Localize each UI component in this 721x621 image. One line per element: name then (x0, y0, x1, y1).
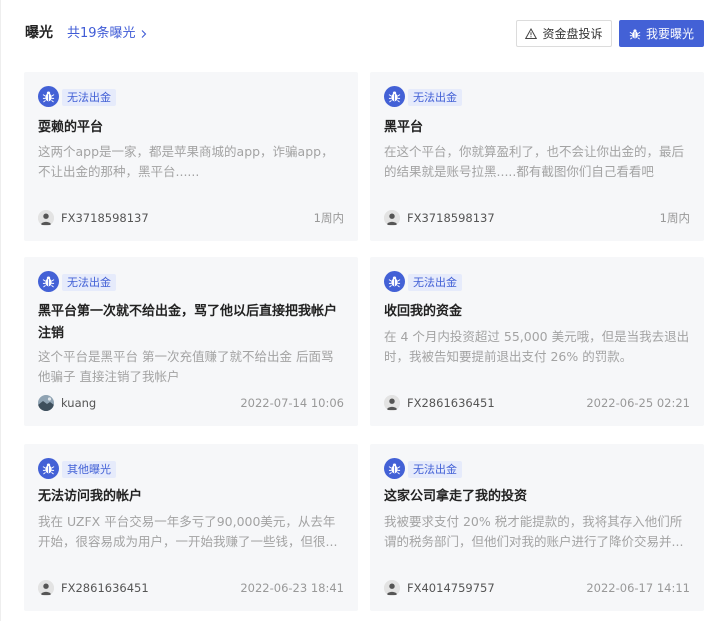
post-time: 1周内 (659, 211, 690, 225)
category-tag: 无法出金 (62, 274, 116, 291)
chevron-right-icon (141, 29, 146, 38)
author-name: FX2861636451 (61, 581, 149, 595)
expose-button[interactable]: 我要曝光 (619, 20, 704, 47)
post-time: 2022-06-25 02:21 (586, 396, 690, 410)
post-time: 2022-06-23 18:41 (240, 581, 344, 595)
default-user-avatar (38, 580, 54, 596)
author-name: FX3718598137 (61, 211, 149, 225)
category-tag: 无法出金 (62, 89, 116, 106)
bug-icon (384, 86, 405, 107)
bug-icon (629, 28, 641, 39)
exposure-card[interactable]: 无法出金 这家公司拿走了我的投资 我被要求支付 20% 税才能提款的，我将其存入… (370, 444, 704, 611)
default-user-avatar (38, 210, 54, 226)
category-tag: 其他曝光 (62, 461, 116, 478)
card-description: 这个平台是黑平台 第一次充值赚了就不给出金 后面骂他骗子 直接注销了我帐户 (38, 349, 334, 384)
bug-icon (38, 458, 59, 479)
page-left-border (0, 0, 1, 621)
category-tag: 无法出金 (408, 274, 462, 291)
exposure-card[interactable]: 无法出金 收回我的资金 在 4 个月内投资超过 55,000 美元哦，但是当我去… (370, 257, 704, 426)
card-title: 无法访问我的帐户 (38, 489, 143, 504)
card-description: 这两个app是一家，都是苹果商城的app，诈骗app，不让出金的那种，黑平台..… (38, 144, 334, 179)
author-name: kuang (61, 396, 97, 410)
card-description: 我在 UZFX 平台交易一年多亏了90,000美元，从去年开始，很容易成为用户，… (38, 514, 338, 549)
post-time: 2022-06-17 14:11 (586, 581, 690, 595)
bug-icon (384, 271, 405, 292)
post-time: 1周内 (313, 211, 344, 225)
exposure-card[interactable]: 其他曝光 无法访问我的帐户 我在 UZFX 平台交易一年多亏了90,000美元，… (24, 444, 358, 611)
default-user-avatar (384, 395, 400, 411)
card-title: 黑平台第一次就不给出金，骂了他以后直接把我帐户注销 (38, 304, 338, 341)
category-tag: 无法出金 (408, 89, 462, 106)
exposure-card[interactable]: 无法出金 黑平台第一次就不给出金，骂了他以后直接把我帐户注销 这个平台是黑平台 … (24, 257, 358, 426)
warning-icon (525, 27, 538, 39)
fund-scheme-complaint-label: 资金盘投诉 (542, 27, 603, 41)
bug-icon (384, 458, 405, 479)
default-user-avatar (384, 580, 400, 596)
post-time: 2022-07-14 10:06 (240, 396, 344, 410)
card-title: 收回我的资金 (384, 304, 463, 319)
category-tag: 无法出金 (408, 461, 462, 478)
default-user-avatar (384, 210, 400, 226)
bug-icon (38, 271, 59, 292)
photo-avatar (38, 395, 54, 411)
card-description: 我被要求支付 20% 税才能提款的，我将其存入他们所谓的税务部门，但他们对我的账… (384, 514, 684, 549)
card-title: 这家公司拿走了我的投资 (384, 489, 528, 504)
expose-button-label: 我要曝光 (645, 27, 694, 41)
card-description: 在 4 个月内投资超过 55,000 美元哦，但是当我去退出时，我被告知要提前退… (384, 329, 690, 364)
page-title: 曝光 (25, 25, 53, 41)
author-name: FX4014759757 (407, 581, 495, 595)
bug-icon (38, 86, 59, 107)
exposure-count-label: 共19条曝光 (67, 26, 136, 41)
page-header: 曝光 共19条曝光 资金盘投诉 我要曝光 (0, 0, 721, 66)
author-name: FX2861636451 (407, 396, 495, 410)
card-title: 黑平台 (384, 120, 424, 135)
fund-scheme-complaint-button[interactable]: 资金盘投诉 (516, 20, 612, 47)
card-title: 耍赖的平台 (38, 120, 104, 135)
card-description: 在这个平台，你就算盈利了，也不会让你出金的，最后的结果就是账号拉黑.....都有… (384, 144, 685, 179)
author-name: FX3718598137 (407, 211, 495, 225)
exposure-count-link[interactable]: 共19条曝光 (67, 25, 148, 42)
exposure-card[interactable]: 无法出金 黑平台 在这个平台，你就算盈利了，也不会让你出金的，最后的结果就是账号… (370, 72, 704, 241)
exposure-card[interactable]: 无法出金 耍赖的平台 这两个app是一家，都是苹果商城的app，诈骗app，不让… (24, 72, 358, 241)
